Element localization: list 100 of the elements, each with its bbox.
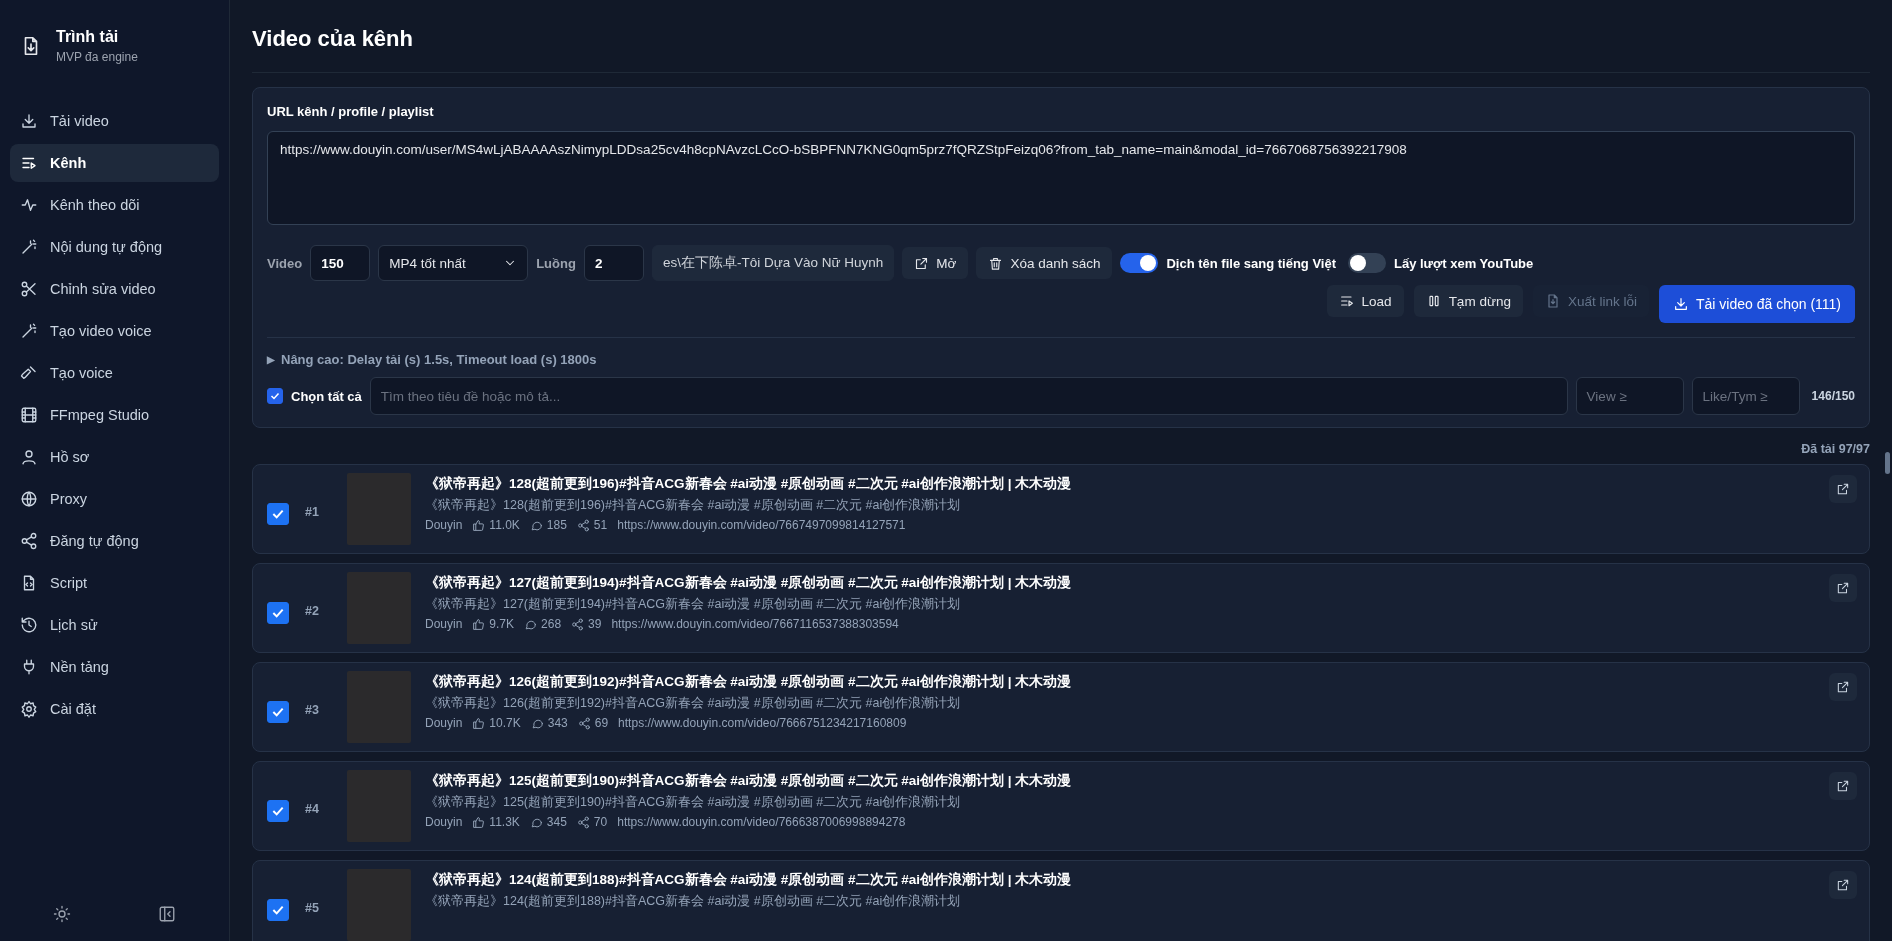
settings-icon — [20, 700, 38, 718]
open-link-button[interactable] — [1829, 673, 1857, 701]
like-count: 9.7K — [489, 617, 515, 631]
trash-icon — [988, 255, 1004, 271]
video-checkbox[interactable] — [267, 503, 289, 525]
clear-list-button[interactable]: Xóa danh sách — [976, 247, 1113, 279]
toggle-switch[interactable] — [1348, 253, 1386, 273]
sidebar-item[interactable]: Kênh — [10, 144, 219, 182]
sidebar-item[interactable]: Nội dung tự động — [10, 228, 219, 266]
thumbs-up-icon — [472, 716, 486, 730]
video-checkbox[interactable] — [267, 800, 289, 822]
sidebar-item[interactable]: Kênh theo dõi — [10, 186, 219, 224]
sidebar-item[interactable]: Hồ sơ — [10, 438, 219, 476]
platform-name: Douyin — [425, 716, 463, 730]
video-index: #2 — [305, 603, 320, 618]
video-checkbox[interactable] — [267, 701, 289, 723]
sidebar-item[interactable]: Script — [10, 564, 219, 602]
external-link-icon — [1836, 680, 1850, 694]
download-icon — [1673, 296, 1689, 312]
open-link-button[interactable] — [1829, 475, 1857, 503]
like-count: 10.7K — [489, 716, 521, 730]
video-title: 《狱帝再起》125(超前更到190)#抖音ACG新春会 #ai动漫 #原创动画 #二次元 #ai创作浪潮计划 | 木木动漫 — [425, 772, 1073, 790]
like-filter-field[interactable]: Like/Tym ≥ — [1691, 377, 1800, 415]
video-link[interactable]: https://www.douyin.com/video/7667497099814127571 — [617, 518, 906, 532]
pen-icon — [20, 364, 38, 382]
video-link[interactable]: https://www.douyin.com/video/7666387006998894278 — [617, 815, 906, 829]
search-field[interactable]: Tìm theo tiêu đề hoặc mô tả... — [369, 377, 1568, 415]
magic-wand-icon — [20, 238, 38, 256]
view-filter-field[interactable]: View ≥ — [1575, 377, 1684, 415]
advanced-toggle[interactable]: ▶ Nâng cao: Delay tải (s) 1.5s, Timeout load (s) 1800s — [267, 352, 1855, 367]
sidebar-item[interactable]: Cài đặt — [10, 690, 219, 728]
sidebar-item[interactable]: Chỉnh sửa video — [10, 270, 219, 308]
folder-field[interactable]: es\在下陈卓-Tôi Dựa Vào Nữ Huynh — [651, 245, 895, 281]
sidebar-item[interactable]: Đăng tự động — [10, 522, 219, 560]
magic-wand-icon — [20, 322, 38, 340]
thumbs-up-icon — [472, 518, 486, 532]
action-button[interactable]: Tải video đã chọn (111) — [1659, 285, 1855, 323]
share-count: 69 — [594, 716, 609, 730]
open-button[interactable]: Mở — [902, 247, 969, 279]
sidebar-item[interactable]: Nền tảng — [10, 648, 219, 686]
list-play-icon — [1338, 293, 1355, 309]
external-link-icon — [1836, 878, 1850, 892]
open-link-button[interactable] — [1829, 574, 1857, 602]
share-icon — [20, 532, 38, 550]
page-title: Video của kênh — [252, 0, 1870, 73]
video-index: #4 — [305, 801, 320, 816]
url-field[interactable]: https://www.douyin.com/user/MS4wLjABAAAAszNimypLDDsa25cv4h8cpNAvzcLCcO-bSBPFNN7KNG0qm5prz7fQRZStpFeizq06?from_tab_name=main&modal_id=7667068756392217908 — [267, 131, 1855, 225]
like-count: 11.3K — [489, 815, 520, 829]
action-button[interactable]: Tạm dừng — [1413, 285, 1523, 317]
video-link[interactable]: https://www.douyin.com/video/7667116537388303594 — [611, 617, 899, 631]
scrollbar-thumb[interactable] — [1885, 452, 1890, 474]
user-icon — [20, 448, 38, 466]
video-count-field[interactable]: 150 — [310, 245, 371, 281]
threads-field[interactable]: 2 — [583, 245, 644, 281]
video-link[interactable]: https://www.douyin.com/video/7666751234217160809 — [618, 716, 907, 730]
download-icon — [20, 112, 38, 130]
platform-name: Douyin — [425, 617, 463, 631]
open-link-button[interactable] — [1829, 871, 1857, 899]
toggle-label: Dịch tên file sang tiếng Việt — [1166, 255, 1336, 271]
video-description: 《狱帝再起》128(超前更到196)#抖音ACG新春会 #ai动漫 #原创动画 #二次元 #ai创作浪潮计划 — [425, 497, 962, 514]
collapse-sidebar-icon — [157, 905, 176, 923]
video-checkbox[interactable] — [267, 899, 289, 921]
thumbs-up-icon — [472, 617, 486, 631]
share-icon — [571, 617, 585, 631]
action-button[interactable]: Load — [1326, 285, 1404, 317]
sidebar-item[interactable]: Tải video — [10, 102, 219, 140]
result-count: 146/150 — [1810, 389, 1855, 403]
video-checkbox[interactable] — [267, 602, 289, 624]
sidebar-item[interactable]: Tạo voice — [10, 354, 219, 392]
check-icon — [269, 390, 281, 402]
loaded-count: Đã tải 97/97 — [1800, 441, 1870, 458]
sun-icon — [53, 905, 72, 923]
format-select[interactable]: MP4 tốt nhất — [378, 245, 529, 281]
sidebar-item[interactable]: FFmpeg Studio — [10, 396, 219, 434]
video-count-label: Video — [267, 255, 303, 271]
video-description: 《狱帝再起》125(超前更到190)#抖音ACG新春会 #ai动漫 #原创动画 #二次元 #ai创作浪潮计划 — [425, 794, 962, 811]
comment-count: 345 — [546, 815, 567, 829]
open-link-button[interactable] — [1829, 772, 1857, 800]
history-icon — [20, 616, 38, 634]
video-title: 《狱帝再起》124(超前更到188)#抖音ACG新春会 #ai动漫 #原创动画 #二次元 #ai创作浪潮计划 | 木木动漫 — [425, 871, 1073, 889]
toggle-label: Lấy lượt xem YouTube — [1394, 255, 1534, 271]
sidebar-item[interactable]: Tạo video voice — [10, 312, 219, 350]
scissors-icon — [20, 280, 38, 298]
video-description: 《狱帝再起》124(超前更到188)#抖音ACG新春会 #ai动漫 #原创动画 #二次元 #ai创作浪潮计划 — [425, 893, 962, 910]
platform-name: Douyin — [425, 518, 463, 532]
toggle-switch[interactable] — [1120, 253, 1159, 273]
platform-name: Douyin — [425, 815, 463, 829]
video-title: 《狱帝再起》128(超前更到196)#抖音ACG新春会 #ai动漫 #原创动画 #二次元 #ai创作浪潮计划 | 木木动漫 — [425, 475, 1073, 493]
video-title: 《狱帝再起》127(超前更到194)#抖音ACG新春会 #ai动漫 #原创动画 #二次元 #ai创作浪潮计划 | 木木动漫 — [425, 574, 1073, 592]
url-label: URL kênh / profile / playlist — [267, 104, 435, 119]
sidebar-item[interactable]: Lịch sử — [10, 606, 219, 644]
video-title: 《狱帝再起》126(超前更到192)#抖音ACG新春会 #ai动漫 #原创动画 #二次元 #ai创作浪潮计划 | 木木动漫 — [425, 673, 1073, 691]
film-icon — [20, 406, 38, 424]
select-all-checkbox[interactable] — [267, 388, 283, 404]
comment-count: 343 — [547, 716, 568, 730]
sidebar-item[interactable]: Proxy — [10, 480, 219, 518]
external-link-icon — [1836, 581, 1850, 595]
external-link-icon — [914, 255, 930, 271]
globe-icon — [20, 490, 38, 508]
share-count: 70 — [593, 815, 608, 829]
